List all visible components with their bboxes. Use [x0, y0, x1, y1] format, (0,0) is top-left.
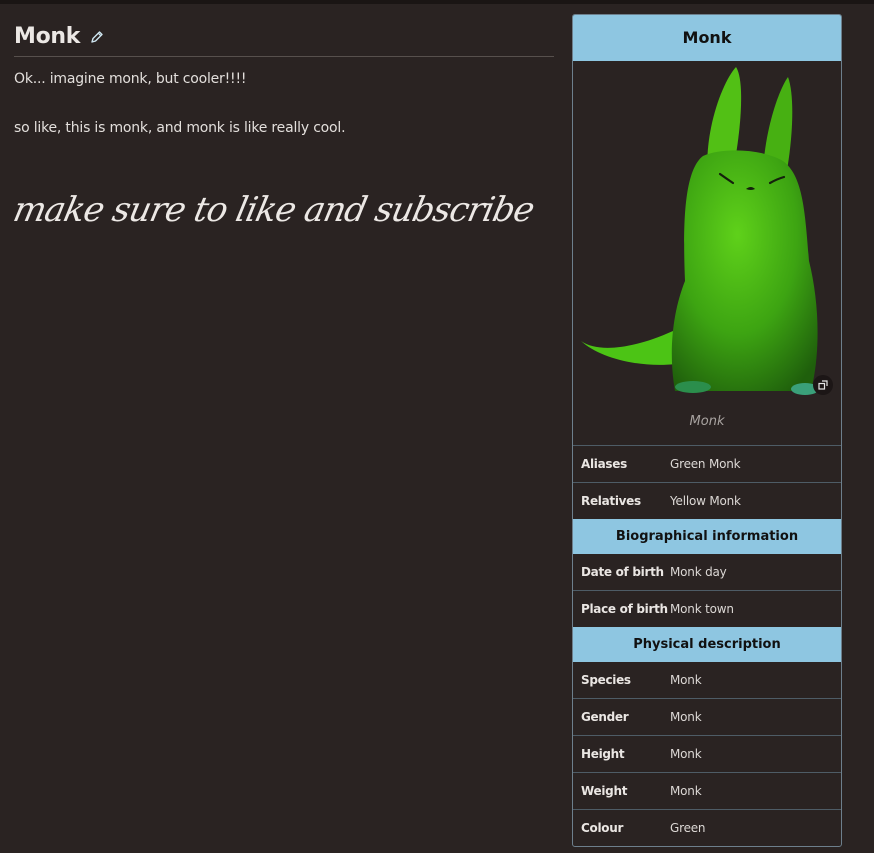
row-value: Monk town: [670, 602, 734, 616]
section-physical: Physical description: [573, 627, 841, 662]
row-value: Monk: [670, 673, 702, 687]
monk-creature-image: [581, 67, 819, 395]
row-label: Aliases: [581, 457, 627, 471]
infobox-title: Monk: [573, 15, 841, 61]
row-label: Weight: [581, 784, 628, 798]
section-biographical: Biographical information: [573, 519, 841, 554]
row-value: Green: [670, 821, 706, 835]
infobox-row-place-of-birth: Place of birth Monk town: [573, 590, 841, 627]
row-value: Monk: [670, 784, 702, 798]
main-content: Monk Ok... imagine monk, but cooler!!!! …: [10, 20, 554, 230]
row-label: Height: [581, 747, 625, 761]
row-label: Relatives: [581, 494, 641, 508]
infobox-row-weight: Weight Monk: [573, 772, 841, 809]
pencil-icon[interactable]: [90, 29, 104, 43]
row-label: Colour: [581, 821, 624, 835]
row-value: Monk day: [670, 565, 727, 579]
row-value: Green Monk: [670, 457, 741, 471]
page-title: Monk: [14, 23, 81, 49]
infobox-row-date-of-birth: Date of birth Monk day: [573, 554, 841, 590]
row-label: Place of birth: [581, 602, 668, 616]
infobox-row-species: Species Monk: [573, 662, 841, 698]
description-paragraph: so like, this is monk, and monk is like …: [14, 120, 346, 136]
infobox-row-relatives: Relatives Yellow Monk: [573, 482, 841, 519]
subscribe-script-text: make sure to like and subscribe: [9, 190, 538, 230]
infobox-row-height: Height Monk: [573, 735, 841, 772]
row-value: Monk: [670, 747, 702, 761]
infobox-row-colour: Colour Green: [573, 809, 841, 846]
row-value: Yellow Monk: [670, 494, 741, 508]
top-bar: [0, 0, 874, 4]
character-infobox: Monk Monk Aliases Green Monk Relatives Y…: [572, 14, 842, 847]
row-label: Gender: [581, 710, 629, 724]
row-label: Date of birth: [581, 565, 664, 579]
expand-icon[interactable]: [813, 375, 833, 395]
intro-paragraph: Ok... imagine monk, but cooler!!!!: [14, 71, 247, 87]
row-value: Monk: [670, 710, 702, 724]
image-caption: Monk: [689, 414, 725, 429]
infobox-row-aliases: Aliases Green Monk: [573, 445, 841, 482]
row-label: Species: [581, 673, 631, 687]
infobox-row-gender: Gender Monk: [573, 698, 841, 735]
page-header: Monk: [14, 20, 554, 57]
infobox-image[interactable]: [573, 61, 841, 399]
